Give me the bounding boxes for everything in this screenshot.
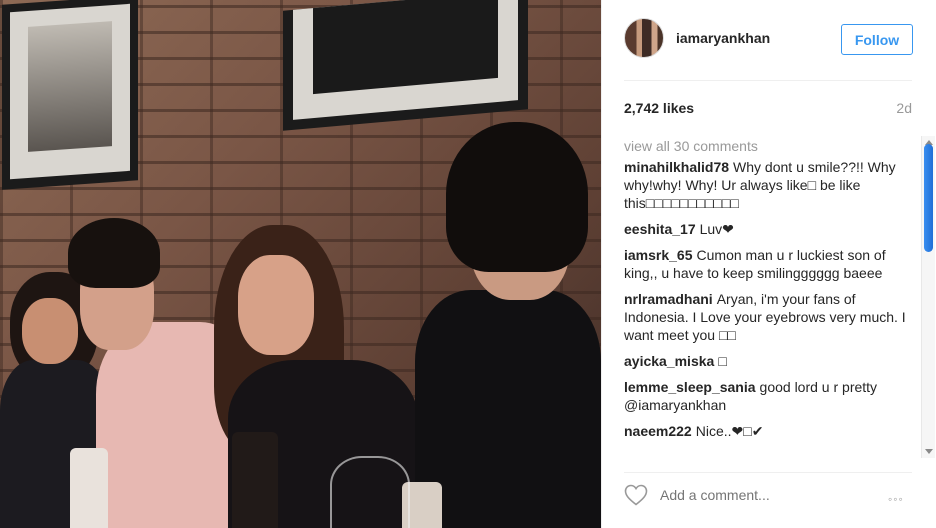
comments-scrollbar[interactable] <box>921 136 935 458</box>
person-4-hair <box>446 122 588 272</box>
likes-count[interactable]: 2,742 likes <box>624 100 694 116</box>
username-link[interactable]: iamaryankhan <box>676 30 770 46</box>
comment-text: Luv❤ <box>699 221 734 237</box>
scrollbar-thumb[interactable] <box>924 144 933 252</box>
person-3-face <box>238 255 314 355</box>
follow-button[interactable]: Follow <box>841 24 913 55</box>
header-divider <box>624 80 912 81</box>
add-comment-input[interactable] <box>660 486 880 504</box>
person-2-hair <box>68 218 160 288</box>
post-age[interactable]: 2d <box>896 100 912 116</box>
comment-username[interactable]: minahilkhalid78 <box>624 159 729 175</box>
comment-username[interactable]: iamsrk_65 <box>624 247 693 263</box>
comment-username[interactable]: nrlramadhani <box>624 291 713 307</box>
comment-text: Nice..❤□✔ <box>695 423 764 439</box>
more-options-icon[interactable]: ◦◦◦ <box>888 492 904 506</box>
wine-glass <box>330 456 410 528</box>
post-header: iamaryankhan Follow <box>602 0 936 80</box>
wall-picture-frame-left <box>2 0 138 190</box>
heart-icon[interactable] <box>624 484 648 506</box>
comment-item: eeshita_17 Luv❤ <box>624 220 920 238</box>
footer-divider <box>624 472 912 473</box>
water-bottle <box>70 448 108 528</box>
comment-item: minahilkhalid78 Why dont u smile??!! Why … <box>624 158 920 212</box>
comment-username[interactable]: lemme_sleep_sania <box>624 379 756 395</box>
comment-item: nrlramadhani Aryan, i'm your fans of Indo… <box>624 290 920 344</box>
comment-item: lemme_sleep_sania good lord u r pretty @i… <box>624 378 920 414</box>
comment-text: □ <box>718 353 727 369</box>
comment-item: iamsrk_65 Cumon man u r luckiest son of k… <box>624 246 920 282</box>
comment-item: naeem222 Nice..❤□✔ <box>624 422 920 440</box>
post-sidebar: iamaryankhan Follow 2,742 likes 2d view … <box>601 0 936 528</box>
person-4-body <box>415 290 601 528</box>
post-photo[interactable] <box>0 0 601 528</box>
scroll-down-arrow-icon[interactable] <box>925 449 933 454</box>
comment-username[interactable]: naeem222 <box>624 423 692 439</box>
wall-picture-frame-right <box>283 0 528 131</box>
comment-username[interactable]: eeshita_17 <box>624 221 696 237</box>
view-all-comments-link[interactable]: view all 30 comments <box>624 136 920 156</box>
person-1-face <box>22 298 78 364</box>
comment-item: ayicka_miska □ <box>624 352 920 370</box>
comment-username[interactable]: ayicka_miska <box>624 353 714 369</box>
avatar[interactable] <box>624 18 664 58</box>
comments-list: view all 30 comments minahilkhalid78 Why … <box>624 136 920 458</box>
wine-bottle <box>232 432 278 528</box>
